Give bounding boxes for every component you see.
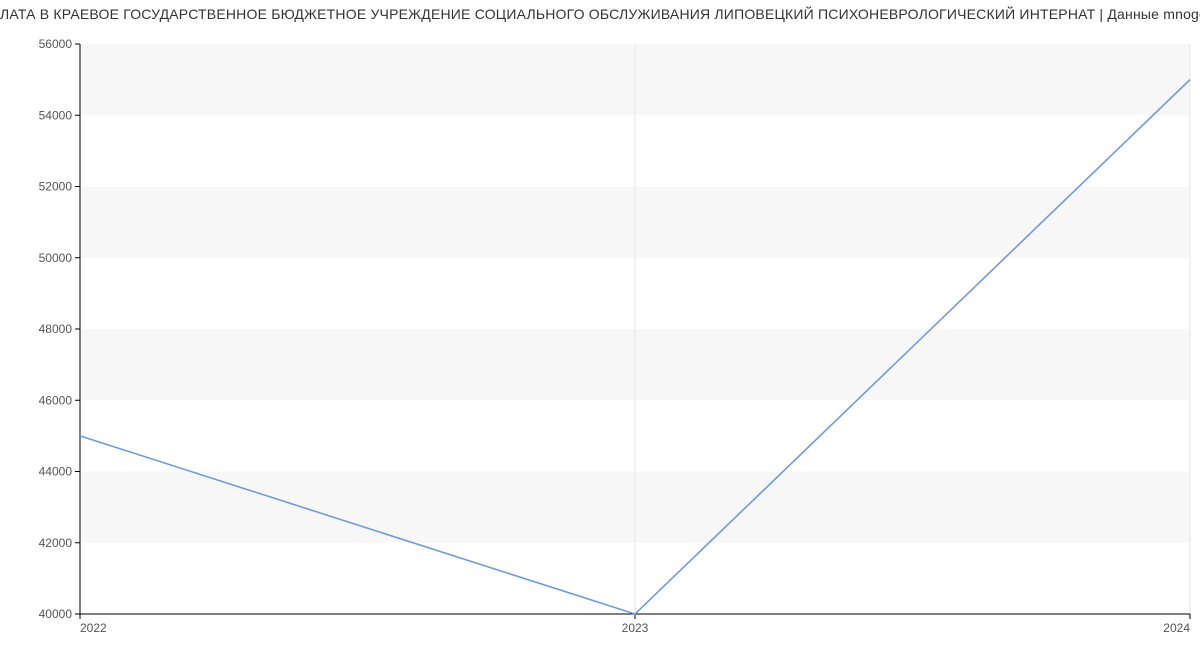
y-tick-label: 52000	[39, 180, 73, 194]
y-tick-label: 50000	[39, 251, 73, 265]
x-tick-label: 2022	[80, 621, 107, 635]
y-tick-label: 44000	[39, 465, 73, 479]
chart-title: ЛАТА В КРАЕВОЕ ГОСУДАРСТВЕННОЕ БЮДЖЕТНОЕ…	[0, 0, 1200, 24]
line-chart: 40000 42000 44000 46000 48000 50000 52000 54000…	[0, 24, 1200, 646]
chart-container: { "chart_data": { "type": "line", "title…	[0, 0, 1200, 650]
y-tick-label: 40000	[39, 607, 73, 621]
x-tick-label: 2024	[1163, 621, 1190, 635]
y-tick-label: 56000	[39, 37, 73, 51]
y-tick-label: 54000	[39, 108, 73, 122]
y-tick-label: 42000	[39, 536, 73, 550]
y-tick-label: 48000	[39, 322, 73, 336]
x-tick-label: 2023	[622, 621, 649, 635]
y-tick-label: 46000	[39, 393, 73, 407]
